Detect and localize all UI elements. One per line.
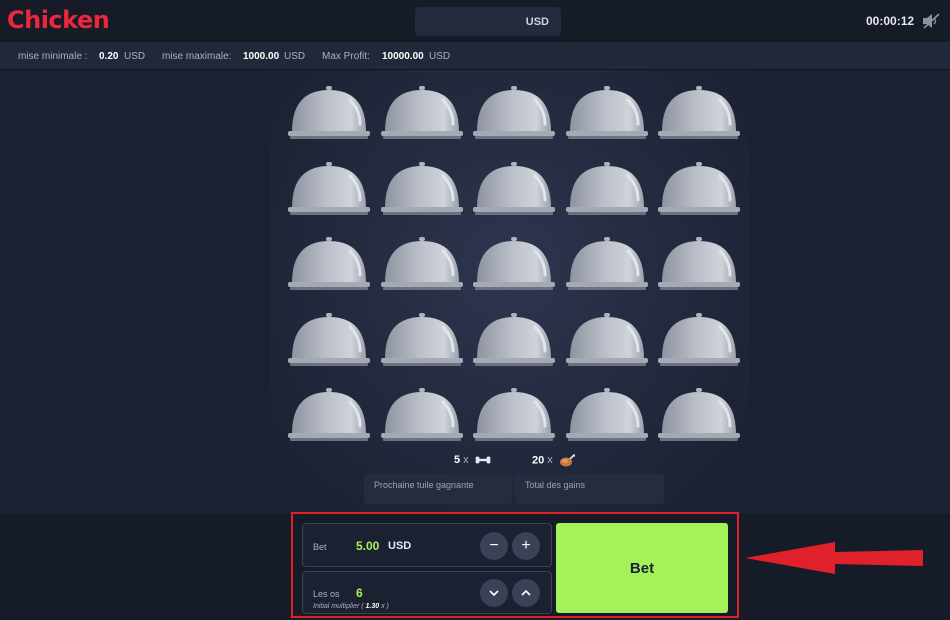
cloche-icon [565, 86, 648, 139]
chicken-count-value: 20 [532, 454, 545, 467]
cloche-icon [473, 86, 555, 139]
cloche-icon [473, 312, 555, 366]
cloche-icon [473, 237, 555, 290]
cloche-icon [658, 312, 740, 366]
min-bet-label: mise minimale : [18, 51, 88, 62]
balance-currency: USD [525, 16, 549, 28]
cloche-icon [380, 312, 463, 366]
cloche-icon [658, 237, 740, 290]
annotation-highlight-box [291, 512, 739, 618]
cloche-icon [380, 161, 463, 215]
limits-bar: mise minimale : 0.20 USD mise maximale: … [0, 42, 950, 70]
chicken-count: 20 x [532, 454, 576, 467]
cloche-icon [473, 161, 555, 215]
bones-count-value: 5 [454, 454, 461, 466]
tile-cloche[interactable] [288, 312, 370, 369]
tile-cloche[interactable] [565, 312, 648, 369]
cloche-icon [288, 86, 370, 139]
cloche-icon [658, 86, 740, 139]
tile-cloche[interactable] [380, 161, 463, 218]
roast-chicken-icon [559, 454, 576, 467]
chicken-count-times: x [547, 454, 553, 467]
tile-cloche[interactable] [288, 388, 370, 444]
cloche-icon [473, 388, 555, 441]
min-bet-value: 0.20 [99, 51, 119, 62]
tile-cloche[interactable] [473, 388, 555, 444]
cloche-icon [288, 237, 370, 290]
tile-cloche[interactable] [658, 237, 740, 293]
annotation-arrow-icon [745, 542, 923, 574]
tile-cloche[interactable] [658, 161, 740, 218]
top-bar: Chicken USD 00:00:12 [0, 0, 950, 42]
total-winnings-label: Total des gains [525, 480, 586, 490]
cloche-icon [288, 388, 370, 441]
bone-icon [475, 456, 491, 464]
tile-cloche[interactable] [288, 237, 370, 293]
cloche-icon [565, 161, 648, 215]
tile-cloche[interactable] [658, 388, 740, 444]
tile-cloche[interactable] [565, 161, 648, 218]
tile-cloche[interactable] [380, 388, 463, 444]
min-bet-currency: USD [124, 51, 146, 62]
max-bet-label: mise maximale: [162, 51, 232, 62]
next-tile-box: Prochaine tuile gagnante [364, 474, 512, 504]
tile-cloche[interactable] [658, 86, 740, 142]
cloche-icon [565, 388, 648, 441]
balance-display: USD [415, 7, 561, 36]
max-profit-value: 10000.00 [382, 51, 424, 62]
cloche-icon [380, 388, 463, 441]
session-timer: 00:00:12 [866, 14, 915, 28]
total-winnings-box: Total des gains [515, 474, 664, 504]
max-bet-currency: USD [284, 51, 306, 62]
cloche-icon [288, 312, 370, 366]
tile-cloche[interactable] [565, 237, 648, 293]
tile-cloche[interactable] [473, 312, 555, 369]
bones-count-times: x [463, 454, 469, 466]
tile-cloche[interactable] [473, 237, 555, 293]
cloche-icon [288, 161, 370, 215]
cloche-icon [565, 237, 648, 290]
max-profit-label: Max Profit: [322, 51, 370, 62]
max-bet-value: 1000.00 [243, 51, 280, 62]
tile-cloche[interactable] [380, 312, 463, 369]
tile-cloche[interactable] [565, 388, 648, 444]
tile-cloche[interactable] [380, 86, 463, 142]
cloche-icon [565, 312, 648, 366]
tile-cloche[interactable] [473, 86, 555, 142]
cloche-icon [380, 86, 463, 139]
tile-cloche[interactable] [658, 312, 740, 369]
tile-cloche[interactable] [380, 237, 463, 293]
cloche-icon [658, 161, 740, 215]
tile-cloche[interactable] [473, 161, 555, 218]
tile-cloche[interactable] [288, 161, 370, 218]
logo: Chicken [7, 6, 110, 34]
cloche-icon [658, 388, 740, 441]
tile-cloche[interactable] [288, 86, 370, 142]
cloche-icon [380, 237, 463, 290]
tile-cloche[interactable] [565, 86, 648, 142]
next-tile-label: Prochaine tuile gagnante [374, 480, 474, 490]
max-profit-currency: USD [429, 51, 451, 62]
bones-count: 5x [454, 454, 491, 466]
speaker-muted-icon[interactable] [922, 13, 940, 29]
